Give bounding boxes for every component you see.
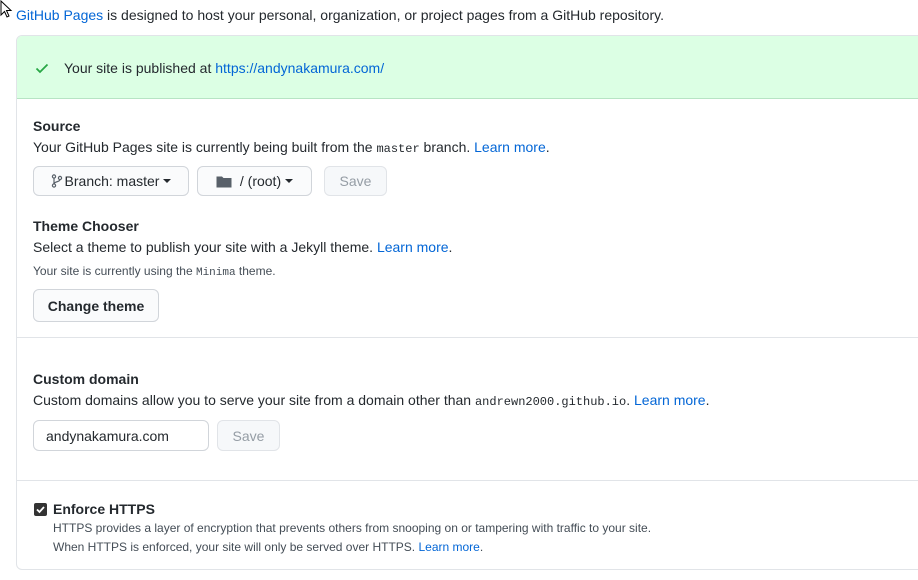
branch-select-label: Branch: master bbox=[64, 173, 160, 189]
folder-select-label: / (root) bbox=[239, 173, 282, 189]
https-period: . bbox=[479, 540, 484, 554]
custom-domain-learn-more-link[interactable]: Learn more bbox=[634, 392, 706, 408]
pages-settings-panel: Your site is published at https://andyna… bbox=[16, 35, 918, 570]
https-description-line2: When HTTPS is enforced, your site will o… bbox=[53, 540, 483, 554]
theme-note-suffix: theme. bbox=[235, 264, 276, 278]
https-description-line1: HTTPS provides a layer of encryption tha… bbox=[53, 521, 652, 535]
source-title: Source bbox=[33, 118, 81, 134]
custom-domain-save-button[interactable]: Save bbox=[217, 420, 280, 451]
custom-domain-desc-prefix: Custom domains allow you to serve your s… bbox=[33, 392, 475, 408]
custom-domain-input[interactable] bbox=[33, 420, 209, 451]
check-icon bbox=[35, 63, 49, 74]
source-period: . bbox=[545, 139, 550, 155]
mouse-cursor-icon bbox=[0, 0, 13, 18]
theme-title: Theme Chooser bbox=[33, 218, 139, 234]
branch-select-button[interactable]: Branch: master bbox=[33, 166, 189, 196]
https-learn-more-link[interactable]: Learn more bbox=[418, 540, 479, 554]
source-desc-prefix: Your GitHub Pages site is currently bein… bbox=[33, 139, 377, 155]
published-text: Your site is published at bbox=[64, 60, 216, 76]
published-message: Your site is published at https://andyna… bbox=[64, 60, 384, 76]
source-learn-more-link[interactable]: Learn more bbox=[474, 139, 546, 155]
source-desc-suffix: branch. bbox=[419, 139, 475, 155]
branch-code: master bbox=[376, 142, 420, 156]
theme-name-code: Minima bbox=[195, 267, 236, 279]
source-save-button[interactable]: Save bbox=[324, 166, 387, 196]
custom-domain-description: Custom domains allow you to serve your s… bbox=[33, 392, 709, 409]
theme-desc-text: Select a theme to publish your site with… bbox=[33, 239, 377, 255]
theme-period: . bbox=[448, 239, 453, 255]
custom-domain-title: Custom domain bbox=[33, 371, 139, 387]
checkmark-icon bbox=[36, 506, 45, 514]
intro-description: is designed to host your personal, organ… bbox=[103, 7, 664, 23]
chevron-down-icon bbox=[285, 179, 294, 183]
chevron-down-icon bbox=[163, 179, 172, 183]
change-theme-button[interactable]: Change theme bbox=[33, 289, 159, 322]
theme-learn-more-link[interactable]: Learn more bbox=[377, 239, 449, 255]
github-pages-link[interactable]: GitHub Pages bbox=[16, 7, 103, 23]
theme-current-note: Your site is currently using the Minima … bbox=[33, 264, 276, 279]
folder-icon bbox=[216, 176, 232, 187]
enforce-https-label[interactable]: Enforce HTTPS bbox=[53, 501, 155, 517]
custom-domain-period: . bbox=[705, 392, 710, 408]
theme-note-prefix: Your site is currently using the bbox=[33, 264, 196, 278]
published-flash: Your site is published at https://andyna… bbox=[17, 36, 918, 99]
custom-domain-desc-suffix: . bbox=[626, 392, 634, 408]
enforce-https-checkbox[interactable] bbox=[34, 503, 47, 516]
git-branch-icon bbox=[51, 174, 62, 188]
https-line2-prefix: When HTTPS is enforced, your site will o… bbox=[53, 540, 419, 554]
folder-select-button[interactable]: / (root) bbox=[197, 166, 312, 196]
section-divider bbox=[17, 480, 918, 481]
source-description: Your GitHub Pages site is currently bein… bbox=[33, 139, 550, 156]
section-divider bbox=[17, 337, 918, 338]
theme-description: Select a theme to publish your site with… bbox=[33, 239, 452, 255]
intro-text: GitHub Pages is designed to host your pe… bbox=[16, 7, 664, 23]
github-io-domain-code: andrewn2000.github.io bbox=[474, 395, 627, 409]
published-url-link[interactable]: https://andynakamura.com/ bbox=[215, 60, 384, 76]
